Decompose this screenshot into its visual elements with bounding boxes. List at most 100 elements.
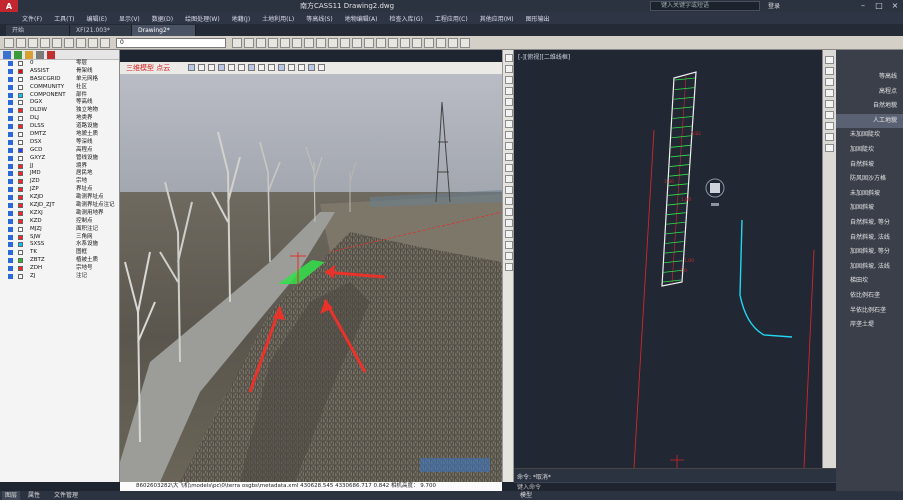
offset-icon[interactable] <box>448 38 458 48</box>
palette-item[interactable]: 半依比例石垄 <box>836 304 903 318</box>
layer-row[interactable]: JZD 宗地 <box>0 178 119 186</box>
ortho-icon[interactable] <box>340 38 350 48</box>
layer-color-swatch[interactable] <box>18 210 23 216</box>
layer-visible-checkbox[interactable] <box>8 250 13 256</box>
measure-icon[interactable] <box>364 38 374 48</box>
layer-color-swatch[interactable] <box>18 147 23 153</box>
palette-item[interactable]: 加固斜坡, 法线 <box>836 260 903 274</box>
text-icon[interactable] <box>388 38 398 48</box>
layer-visible-checkbox[interactable] <box>8 210 13 216</box>
palette-item[interactable]: 加固斜坡 <box>836 201 903 215</box>
menu-item-9[interactable]: 地物编辑(A) <box>345 14 378 23</box>
layer-color-swatch[interactable] <box>18 124 23 130</box>
layer-color-swatch[interactable] <box>18 195 23 201</box>
layer-visible-checkbox[interactable] <box>8 242 13 248</box>
layer-row[interactable]: ZBTZ 植被土质 <box>0 257 119 265</box>
palette-item[interactable]: 自然斜坡, 等分 <box>836 216 903 230</box>
menu-item-5[interactable]: 绘图处理(W) <box>185 14 220 23</box>
layer-visible-checkbox[interactable] <box>8 116 13 122</box>
cut-icon[interactable] <box>248 64 255 71</box>
palette-item[interactable]: 未加固斜坡 <box>836 187 903 201</box>
layer-visible-checkbox[interactable] <box>8 124 13 130</box>
layer-visible-checkbox[interactable] <box>8 195 13 201</box>
draw-tool-icon[interactable] <box>505 131 513 139</box>
layer-visible-checkbox[interactable] <box>8 155 13 161</box>
draw-tool-icon[interactable] <box>505 109 513 117</box>
layer-color-swatch[interactable] <box>18 274 23 280</box>
nav-tool-icon[interactable] <box>825 100 834 108</box>
layer-color-swatch[interactable] <box>18 163 23 169</box>
layer-visible-checkbox[interactable] <box>8 76 13 82</box>
menu-item-12[interactable]: 其他应用(M) <box>480 14 514 23</box>
layer-on-icon[interactable] <box>14 51 22 59</box>
properties-icon[interactable] <box>304 38 314 48</box>
layer-color-swatch[interactable] <box>18 258 23 264</box>
draw-tool-icon[interactable] <box>505 219 513 227</box>
menu-item-1[interactable]: 工具(T) <box>54 14 74 23</box>
layer-color-swatch[interactable] <box>18 179 23 185</box>
layer-color-swatch[interactable] <box>18 187 23 193</box>
layer-visible-checkbox[interactable] <box>8 218 13 224</box>
layer-visible-checkbox[interactable] <box>8 171 13 177</box>
explode-icon[interactable] <box>436 38 446 48</box>
draw-tool-icon[interactable] <box>505 252 513 260</box>
layer-color-swatch[interactable] <box>18 61 23 66</box>
menu-item-3[interactable]: 显示(V) <box>119 14 140 23</box>
tab-drawing2[interactable]: Drawing2* <box>132 25 196 36</box>
nav-tool-icon[interactable] <box>825 133 834 141</box>
layer-visible-checkbox[interactable] <box>8 132 13 138</box>
layer-visible-checkbox[interactable] <box>8 187 13 193</box>
block-icon[interactable] <box>412 38 422 48</box>
layer-color-swatch[interactable] <box>18 226 23 232</box>
palette-item[interactable]: 自然斜坡, 法线 <box>836 231 903 245</box>
tab-properties[interactable]: 属性 <box>28 491 40 500</box>
lasso-icon[interactable] <box>288 64 295 71</box>
layer-row[interactable]: ZJ 注记 <box>0 273 119 281</box>
tab-layers[interactable]: 图层 <box>2 491 21 500</box>
layer-row[interactable]: DMTZ 地貌土质 <box>0 131 119 139</box>
layer-color-swatch[interactable] <box>18 92 23 98</box>
osnap-icon[interactable] <box>352 38 362 48</box>
palette-item[interactable]: 自然斜坡 <box>836 158 903 172</box>
layer-color-swatch[interactable] <box>18 139 23 145</box>
nav-tool-icon[interactable] <box>825 122 834 130</box>
palette-item[interactable]: 等高线 <box>836 70 903 84</box>
draw-tool-icon[interactable] <box>505 87 513 95</box>
login-link[interactable]: 登录 <box>768 1 780 10</box>
nav-tool-icon[interactable] <box>825 67 834 75</box>
zoom-extents-icon[interactable] <box>280 38 290 48</box>
layer-visible-checkbox[interactable] <box>8 234 13 240</box>
viewport-3d[interactable] <box>120 62 502 482</box>
layer-row[interactable]: KZJD 勘测界址点 <box>0 194 119 202</box>
layer-visible-checkbox[interactable] <box>8 108 13 114</box>
layer-visible-checkbox[interactable] <box>8 274 13 280</box>
open-icon[interactable] <box>16 38 26 48</box>
layer-color-swatch[interactable] <box>18 266 23 272</box>
palette-item[interactable]: 防风固沙方格 <box>836 172 903 186</box>
draw-tool-icon[interactable] <box>505 175 513 183</box>
layer-row[interactable]: DLJ 地类界 <box>0 115 119 123</box>
palette-item[interactable]: 高程点 <box>836 85 903 99</box>
grid-icon[interactable] <box>298 64 305 71</box>
palette-item[interactable]: 自然地貌 <box>836 99 903 113</box>
redo-icon[interactable] <box>64 38 74 48</box>
zoom-icon[interactable] <box>244 38 254 48</box>
menu-item-13[interactable]: 图形输出 <box>526 14 550 23</box>
section-icon[interactable] <box>238 64 245 71</box>
regen-icon[interactable] <box>292 38 302 48</box>
menu-item-0[interactable]: 文件(F) <box>22 14 42 23</box>
polyline-icon[interactable] <box>258 64 265 71</box>
nav-tool-icon[interactable] <box>825 89 834 97</box>
layer-row[interactable]: DLSS 道路设施 <box>0 123 119 131</box>
area-icon[interactable] <box>228 64 235 71</box>
layer-visible-checkbox[interactable] <box>8 179 13 185</box>
layer-color-swatch[interactable] <box>18 100 23 106</box>
clip-icon[interactable] <box>278 64 285 71</box>
layer-row[interactable]: JZP 界址点 <box>0 186 119 194</box>
draw-tool-icon[interactable] <box>505 186 513 194</box>
palette-item[interactable]: 梯田坎 <box>836 274 903 288</box>
match-icon[interactable] <box>88 38 98 48</box>
layer-color-swatch[interactable] <box>18 132 23 138</box>
layer-row[interactable]: DLDW 独立地物 <box>0 107 119 115</box>
palette-item[interactable]: 岸垄土堤 <box>836 318 903 332</box>
